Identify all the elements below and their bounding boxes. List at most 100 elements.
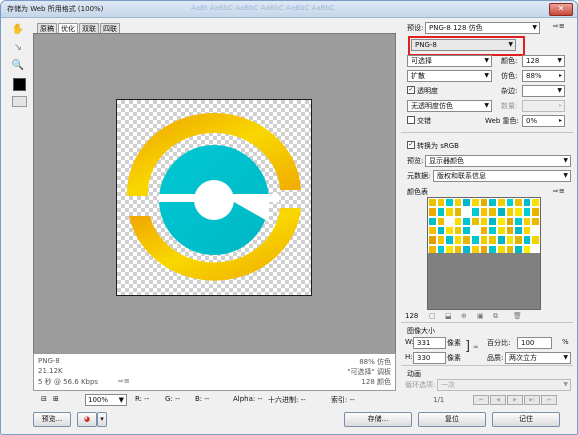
width-input[interactable]: 331	[413, 337, 446, 349]
format-select[interactable]: PNG-8 ▼	[411, 39, 516, 51]
color-swatch[interactable]	[496, 225, 506, 236]
color-swatch[interactable]	[479, 198, 489, 208]
color-swatch[interactable]	[488, 207, 497, 217]
color-swatch[interactable]	[436, 198, 446, 208]
delete-color-icon[interactable]: 🗑	[513, 312, 522, 320]
matte-select[interactable]: ▼	[522, 85, 565, 97]
preview-mode-select[interactable]: 显示器颜色 ▼	[425, 155, 571, 167]
color-swatch[interactable]	[453, 216, 463, 226]
color-swatch[interactable]	[471, 216, 480, 226]
color-swatch[interactable]	[462, 225, 472, 236]
color-swatch[interactable]	[479, 225, 489, 236]
convert-srgb-checkbox[interactable]: ✓ 转换为 sRGB	[407, 141, 459, 151]
zoom-select[interactable]: 100% ▼	[85, 394, 127, 406]
color-swatch[interactable]	[436, 225, 446, 236]
color-swatch[interactable]	[445, 235, 454, 245]
metadata-select[interactable]: 版权和联系信息 ▼	[433, 170, 571, 182]
color-swatch[interactable]	[488, 235, 497, 245]
colors-combo[interactable]: 128 ▼	[522, 55, 565, 67]
color-swatch[interactable]	[505, 235, 515, 245]
color-swatch[interactable]	[445, 225, 454, 236]
color-table-menu-icon[interactable]: ⇨≡	[553, 187, 565, 195]
dither-amount-combo[interactable]: 88% ▸	[522, 70, 565, 82]
color-swatch[interactable]	[428, 216, 437, 226]
color-swatch[interactable]	[436, 216, 446, 226]
first-frame-icon[interactable]: ⏮	[473, 395, 489, 405]
interlaced-checkbox[interactable]: 交错	[407, 116, 431, 126]
color-reduction-select[interactable]: 可选择 ▼	[407, 55, 492, 67]
color-swatch[interactable]	[471, 207, 480, 217]
color-swatch[interactable]	[436, 207, 446, 217]
color-swatch[interactable]	[453, 225, 463, 236]
color-swatch[interactable]	[462, 216, 472, 226]
save-button[interactable]: 存储...	[344, 412, 412, 427]
color-table-grid[interactable]	[427, 197, 541, 255]
transparency-checkbox[interactable]: ✓ 透明度	[407, 86, 438, 96]
color-swatch[interactable]	[496, 198, 506, 208]
lock-color-icon[interactable]: ⊕	[461, 312, 467, 320]
color-swatch[interactable]	[531, 216, 540, 226]
transparency-dither-select[interactable]: 无透明度仿色 ▼	[407, 100, 492, 112]
color-swatch[interactable]	[522, 235, 532, 245]
color-swatch[interactable]	[488, 225, 497, 236]
color-swatch[interactable]	[514, 235, 523, 245]
color-swatch[interactable]	[514, 207, 523, 217]
color-swatch[interactable]	[471, 235, 480, 245]
preset-select[interactable]: PNG-8 128 仿色 ▼	[425, 22, 540, 34]
color-swatch[interactable]	[453, 198, 463, 208]
prev-frame-icon[interactable]: ◀	[490, 395, 506, 405]
color-swatch[interactable]	[488, 216, 497, 226]
new-color-icon[interactable]: ▣	[477, 312, 484, 320]
color-swatch[interactable]	[514, 225, 523, 236]
color-swatch[interactable]	[505, 225, 515, 236]
color-swatch[interactable]	[505, 198, 515, 208]
color-swatch[interactable]	[522, 225, 532, 236]
color-swatch[interactable]	[514, 216, 523, 226]
color-swatch[interactable]	[453, 207, 463, 217]
color-swatch[interactable]	[462, 198, 472, 208]
color-swatch[interactable]	[479, 235, 489, 245]
browser-dropdown[interactable]: ▾	[97, 412, 107, 427]
preview-button[interactable]: 预览...	[33, 412, 71, 427]
download-speed-menu-icon[interactable]: ⇨≡	[118, 377, 130, 385]
color-swatch[interactable]	[462, 207, 472, 217]
color-swatch[interactable]	[436, 235, 446, 245]
map-color-icon[interactable]: ▢	[429, 312, 436, 320]
last-frame-icon[interactable]: ⏭	[541, 395, 557, 405]
close-button[interactable]: ✕	[549, 3, 573, 16]
hand-tool-icon[interactable]: ✋	[11, 23, 25, 37]
color-swatch[interactable]	[488, 198, 497, 208]
web-snap-combo[interactable]: 0% ▸	[522, 115, 565, 127]
reset-button[interactable]: 复位	[418, 412, 486, 427]
color-swatch[interactable]	[445, 198, 454, 208]
zoom-out-button[interactable]: ⊟	[41, 395, 47, 403]
toggle-slices-button[interactable]	[12, 96, 27, 107]
color-swatch[interactable]	[505, 207, 515, 217]
color-swatch[interactable]	[522, 207, 532, 217]
eyedropper-color-swatch[interactable]	[13, 78, 26, 91]
color-swatch[interactable]	[428, 198, 437, 208]
color-swatch[interactable]	[522, 198, 532, 208]
web-shift-icon[interactable]: ⬓	[445, 312, 452, 320]
color-swatch[interactable]	[479, 216, 489, 226]
next-frame-icon[interactable]: ▶|	[524, 395, 540, 405]
color-swatch[interactable]	[531, 207, 540, 217]
color-swatch[interactable]	[471, 198, 480, 208]
preview-canvas[interactable]	[33, 33, 396, 355]
color-swatch[interactable]	[514, 198, 523, 208]
color-swatch[interactable]	[462, 235, 472, 245]
dither-algorithm-select[interactable]: 扩散 ▼	[407, 70, 492, 82]
quality-select[interactable]: 两次立方 ▼	[505, 352, 571, 364]
duplicate-color-icon[interactable]: ⧉	[493, 312, 498, 321]
settings-menu-icon[interactable]: ⇨≡	[553, 22, 565, 30]
color-swatch[interactable]	[496, 216, 506, 226]
color-swatch[interactable]	[496, 235, 506, 245]
color-swatch[interactable]	[453, 235, 463, 245]
color-swatch[interactable]	[531, 235, 540, 245]
zoom-icon[interactable]: 🔍	[11, 59, 25, 73]
color-swatch[interactable]	[445, 207, 454, 217]
color-swatch[interactable]	[428, 207, 437, 217]
color-swatch[interactable]	[428, 235, 437, 245]
color-swatch[interactable]	[505, 216, 515, 226]
zoom-in-button[interactable]: ⊞	[53, 395, 59, 403]
